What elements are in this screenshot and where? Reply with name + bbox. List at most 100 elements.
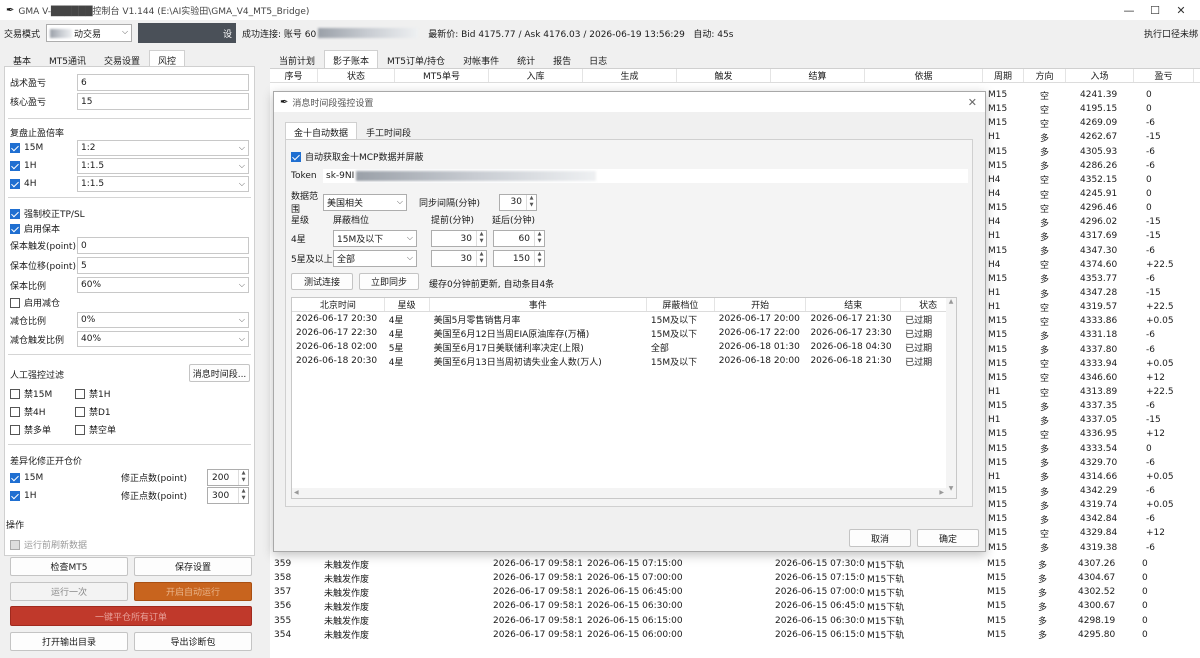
ban-long-checkbox[interactable] bbox=[10, 424, 20, 435]
test-connection-button[interactable]: 测试连接 bbox=[291, 273, 353, 290]
table-row[interactable]: 356 未触发作废 2026-06-17 09:58:19 2026-06-15 06… bbox=[270, 599, 1200, 614]
export-diag-button[interactable]: 导出诊断包 bbox=[134, 632, 252, 651]
table-row[interactable]: M15 多 4319.74 +0.05 bbox=[984, 498, 1200, 513]
star-4-after-spinner[interactable]: 60 ▲ ▼ bbox=[493, 230, 545, 247]
event-row[interactable]: 2026-06-18 20:30 4星 美国至6月13日当周初请失业金人数(万人) 1… bbox=[292, 354, 956, 368]
star-5-after-spinner[interactable]: 150 ▲ ▼ bbox=[493, 250, 545, 267]
reduce-ratio-select[interactable]: 0% ⌵ bbox=[77, 312, 249, 328]
spinner-arrows-icon[interactable]: ▲ ▼ bbox=[526, 194, 536, 210]
events-hscrollbar[interactable]: ◀ ▶ bbox=[292, 488, 946, 498]
table-row[interactable]: H4 多 4296.02 -15 bbox=[984, 215, 1200, 230]
events-vscrollbar[interactable]: ▲ ▼ bbox=[946, 298, 956, 498]
open-output-button[interactable]: 打开输出目录 bbox=[10, 632, 128, 651]
table-row[interactable]: M15 空 4195.15 0 bbox=[984, 102, 1200, 117]
refresh-before-run-checkbox[interactable] bbox=[10, 539, 20, 550]
table-row[interactable]: 354 未触发作废 2026-06-17 09:58:19 2026-06-15 06… bbox=[270, 627, 1200, 642]
table-row[interactable]: H1 多 4317.69 -15 bbox=[984, 229, 1200, 244]
diff-15m-spinner[interactable]: 200 ▲ ▼ bbox=[207, 469, 249, 486]
col-basis[interactable]: 依据 bbox=[865, 69, 983, 82]
table-row[interactable]: H4 空 4352.15 0 bbox=[984, 172, 1200, 187]
table-row[interactable]: M15 多 4331.18 -6 bbox=[984, 328, 1200, 343]
protect-trigger-input[interactable]: 0 bbox=[77, 237, 249, 254]
sync-spinner[interactable]: 30 ▲ ▼ bbox=[499, 193, 537, 211]
token-input[interactable]: sk-9NI bbox=[323, 169, 968, 183]
ratio-15m-checkbox[interactable] bbox=[10, 143, 20, 153]
dialog-close-icon[interactable]: ✕ bbox=[968, 96, 977, 109]
dialog-ok-button[interactable]: 确定 bbox=[917, 529, 979, 547]
diff-1h-checkbox[interactable] bbox=[10, 490, 20, 501]
account-button[interactable]: 设 bbox=[138, 23, 237, 43]
table-row[interactable]: M15 多 4347.30 -6 bbox=[984, 243, 1200, 258]
col-period[interactable]: 周期 bbox=[983, 69, 1024, 82]
table-row[interactable]: M15 多 4305.93 -6 bbox=[984, 144, 1200, 159]
range-select[interactable]: 美国相关 ⌵ bbox=[323, 193, 407, 211]
table-row[interactable]: 355 未触发作废 2026-06-17 09:58:19 2026-06-15 06… bbox=[270, 613, 1200, 628]
diff-1h-spinner[interactable]: 300 ▲ ▼ bbox=[207, 487, 249, 504]
ev-col-start[interactable]: 开始 bbox=[715, 298, 807, 311]
minimize-icon[interactable]: — bbox=[1116, 4, 1142, 17]
table-row[interactable]: M15 空 4346.60 +12 bbox=[984, 370, 1200, 385]
ev-col-star[interactable]: 星级 bbox=[385, 298, 430, 311]
dialog-cancel-button[interactable]: 取消 bbox=[849, 529, 911, 547]
star-5-before-spinner[interactable]: 30 ▲ ▼ bbox=[431, 250, 487, 267]
table-row[interactable]: H1 多 4347.28 -15 bbox=[984, 285, 1200, 301]
spinner-arrows-icon[interactable]: ▲ ▼ bbox=[534, 231, 544, 246]
table-row[interactable]: M15 多 4342.84 -6 bbox=[984, 512, 1200, 527]
col-pnl[interactable]: 盈亏 bbox=[1134, 69, 1194, 82]
spinner-arrows-icon[interactable]: ▲ ▼ bbox=[238, 470, 248, 485]
maximize-icon[interactable]: ☐ bbox=[1142, 4, 1168, 17]
col-direction[interactable]: 方向 bbox=[1024, 69, 1066, 82]
table-row[interactable]: 358 未触发作废 2026-06-17 09:58:19 2026-06-15 07… bbox=[270, 571, 1200, 586]
event-row[interactable]: 2026-06-17 20:30 4星 美国5月零售销售月率 15M及以下 2026-0… bbox=[292, 312, 956, 326]
table-row[interactable]: M15 空 4329.84 +12 bbox=[984, 526, 1200, 541]
protect-offset-input[interactable]: 5 bbox=[77, 257, 249, 274]
ev-col-level[interactable]: 屏蔽档位 bbox=[647, 298, 715, 311]
close-icon[interactable]: ✕ bbox=[1168, 4, 1194, 17]
ratio-4h-checkbox[interactable] bbox=[10, 179, 20, 189]
ban-4h-checkbox[interactable] bbox=[10, 406, 20, 417]
table-row[interactable]: M15 空 4336.95 +12 bbox=[984, 427, 1200, 442]
star-5-level-select[interactable]: 全部 ⌵ bbox=[333, 250, 417, 267]
enable-protect-checkbox[interactable] bbox=[10, 223, 20, 234]
table-row[interactable]: M15 多 4333.54 0 bbox=[984, 441, 1200, 456]
event-row[interactable]: 2026-06-17 22:30 4星 美国至6月12日当周EIA原油库存(万桶) 1… bbox=[292, 326, 956, 340]
star-4-level-select[interactable]: 15M及以下 ⌵ bbox=[333, 230, 417, 247]
table-row[interactable]: M15 多 4329.70 -6 bbox=[984, 455, 1200, 470]
ban-15m-checkbox[interactable] bbox=[10, 388, 20, 399]
tactical-input[interactable]: 6 bbox=[77, 74, 249, 91]
ban-short-checkbox[interactable] bbox=[75, 424, 85, 435]
table-row[interactable]: 359 未触发作废 2026-06-17 09:58:19 2026-06-15 07… bbox=[270, 557, 1200, 572]
col-generated[interactable]: 生成 bbox=[583, 69, 677, 82]
auto-fetch-checkbox[interactable] bbox=[291, 151, 301, 162]
diff-15m-checkbox[interactable] bbox=[10, 472, 20, 483]
table-row[interactable]: M15 空 4296.46 0 bbox=[984, 201, 1200, 216]
trade-mode-select[interactable]: 动交易 ⌵ bbox=[46, 24, 133, 42]
col-stored[interactable]: 入库 bbox=[489, 69, 583, 82]
table-row[interactable]: M15 多 4319.38 -6 bbox=[984, 540, 1200, 555]
table-row[interactable]: M15 空 4241.39 0 bbox=[984, 88, 1200, 103]
table-row[interactable]: 357 未触发作废 2026-06-17 09:58:19 2026-06-15 06… bbox=[270, 585, 1200, 600]
ban-1h-checkbox[interactable] bbox=[75, 388, 85, 399]
spinner-arrows-icon[interactable]: ▲ ▼ bbox=[534, 251, 544, 266]
ratio-15m-select[interactable]: 1:2 ⌵ bbox=[77, 140, 249, 156]
spinner-arrows-icon[interactable]: ▲ ▼ bbox=[476, 231, 486, 246]
table-row[interactable]: H4 空 4374.60 +22.5 bbox=[984, 257, 1200, 272]
table-row[interactable]: H1 空 4319.57 +22.5 bbox=[984, 300, 1200, 315]
table-row[interactable]: M15 多 4337.80 -6 bbox=[984, 342, 1200, 357]
table-row[interactable]: M15 空 4333.94 +0.05 bbox=[984, 356, 1200, 371]
col-settle[interactable]: 结算 bbox=[771, 69, 865, 82]
protect-ratio-select[interactable]: 60% ⌵ bbox=[77, 277, 249, 293]
auto-run-button[interactable]: 开启自动运行 bbox=[134, 582, 252, 601]
run-once-button[interactable]: 运行一次 bbox=[10, 582, 128, 601]
check-mt5-button[interactable]: 检查MT5 bbox=[10, 557, 128, 576]
table-row[interactable]: M15 多 4342.29 -6 bbox=[984, 483, 1200, 499]
table-row[interactable]: M15 多 4337.35 -6 bbox=[984, 399, 1200, 414]
star-4-before-spinner[interactable]: 30 ▲ ▼ bbox=[431, 230, 487, 247]
force-tp-checkbox[interactable] bbox=[10, 208, 20, 219]
table-row[interactable]: H1 空 4313.89 +22.5 bbox=[984, 384, 1200, 400]
enable-reduce-checkbox[interactable] bbox=[10, 297, 20, 308]
table-row[interactable]: H1 多 4262.67 -15 bbox=[984, 130, 1200, 145]
table-row[interactable]: H1 多 4337.05 -15 bbox=[984, 413, 1200, 428]
event-row[interactable]: 2026-06-18 02:00 5星 美国至6月17日美联储利率决定(上限) 全部 2… bbox=[292, 340, 956, 354]
ev-col-event[interactable]: 事件 bbox=[430, 298, 647, 311]
